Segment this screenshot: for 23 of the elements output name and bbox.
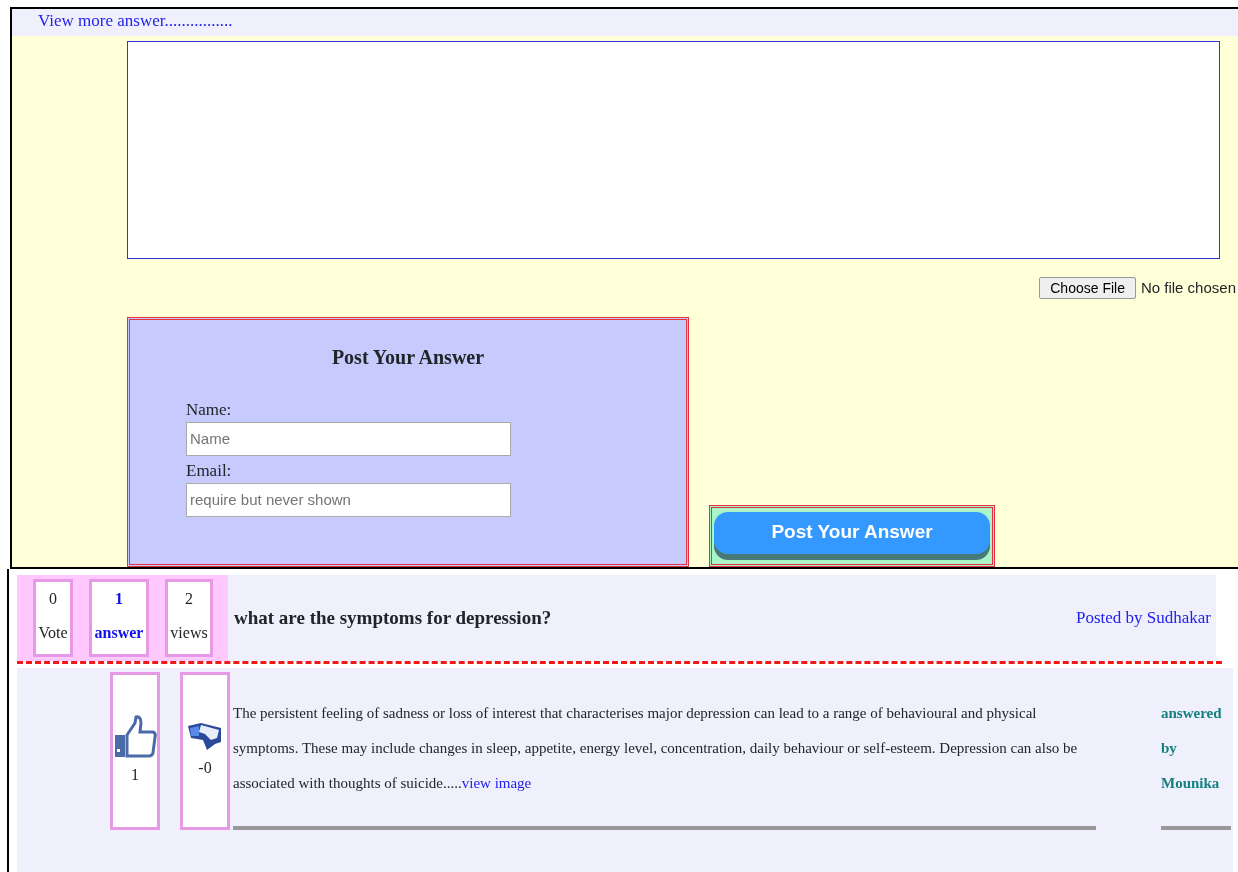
answer-text: The persistent feeling of sadness or loss of interest that characterises major depression can lead to a range of behavioural and physical symptoms. These may include changes in sleep, appetite, energy level, concentration, daily behaviour or self-esteem. Depression can also be associated with thoughts of suicide.....view image [233,705,1078,791]
stat-label: answer [93,623,145,643]
file-status: No file chosen [1140,278,1236,298]
text-field[interactable]: require but never shown [186,482,511,517]
posted-by-link[interactable]: Posted by Sudhakar [1075,605,1211,631]
thumbs-up-icon[interactable] [113,715,157,759]
view-image-link[interactable]: view image [461,775,532,791]
form-title: Post Your Answer [330,344,486,370]
view-more-link[interactable]: View more answer................ [38,11,233,30]
stat-value: 2 [184,589,194,609]
stat-label: Vote [37,623,69,643]
field-label: Name: [186,399,232,419]
thumbs-down-icon[interactable] [187,722,223,752]
choose-file-button[interactable]: Choose File [1039,277,1136,300]
question-title: what are the symptoms for depression? [234,605,552,630]
stat-value: 0 [48,589,58,609]
dislike-count: -0 [198,758,212,778]
stat-label: views [169,623,209,643]
stat-value: 1 [114,589,124,609]
field-label: Email: [186,460,232,480]
like-count: 1 [131,765,139,785]
answered-by: answered by Mounika [1161,705,1222,791]
text-field[interactable]: Name [186,421,511,456]
